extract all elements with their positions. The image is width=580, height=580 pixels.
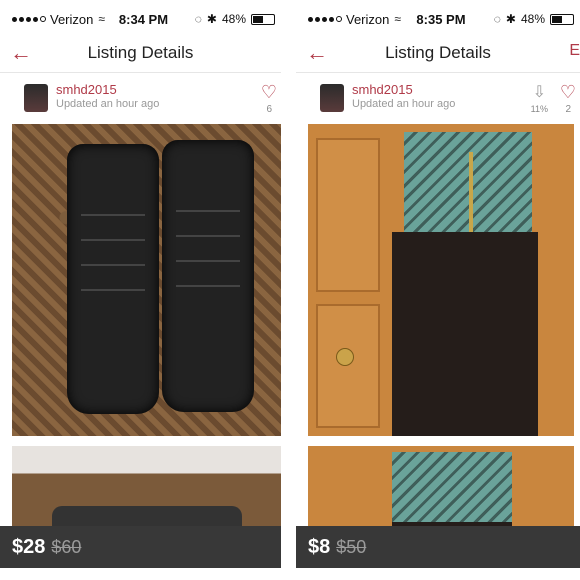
seller-row[interactable]: smhd2015 Updated an hour ago ⇩ 11% ♡ 2 [296,80,580,120]
price-drop-percent: 11% [530,104,548,114]
heart-icon[interactable]: ♡ [261,82,277,103]
listing-photo-main[interactable] [308,124,574,436]
original-price: $60 [51,536,82,557]
bluetooth-icon: ✱ [206,12,217,26]
bluetooth-icon: ✱ [505,12,516,26]
seller-username[interactable]: smhd2015 [352,82,413,97]
updated-time: Updated an hour ago [56,98,160,110]
carrier-label: Verizon [50,11,94,27]
rotation-lock-icon: ◌ [194,12,202,26]
zipper-image [469,152,473,242]
door-panel [316,138,380,292]
avatar[interactable] [320,84,344,112]
like-count: 2 [565,104,571,115]
nav-bar: ← Listing Details E [296,34,580,73]
price-drop-icon[interactable]: ⇩ [533,82,546,102]
original-price: $50 [336,536,367,557]
dress-top-image [392,452,512,522]
door-knob-image [336,348,354,366]
back-arrow-icon[interactable]: ← [306,40,328,66]
wifi-icon: ≈ [394,12,401,26]
status-bar: Verizon ≈ 8:35 PM ◌ ✱ 48% [308,8,574,30]
carrier-label: Verizon [346,11,390,27]
battery-percent: 48% [221,12,246,26]
wifi-icon: ≈ [98,12,105,26]
dress-skirt-image [392,232,538,436]
dress-top-image [404,132,532,232]
rotation-lock-icon: ◌ [493,12,501,26]
battery-icon [251,13,275,25]
price-bar: $8 $50 [296,526,580,568]
boot-right-image [162,140,254,412]
current-price: $8 [308,535,331,558]
heart-icon[interactable]: ♡ [560,82,576,103]
page-title: Listing Details [385,43,491,62]
updated-time: Updated an hour ago [352,98,456,110]
seller-row[interactable]: smhd2015 Updated an hour ago ♡ 6 [0,80,281,120]
door-panel [316,304,380,428]
current-price: $28 [12,535,46,558]
signal-icon [12,16,46,22]
status-time: 8:34 PM [118,11,169,27]
signal-icon [308,16,342,22]
price-bar: $28 $60 [0,526,281,568]
listing-photo-main[interactable] [12,124,281,436]
status-time: 8:35 PM [416,11,466,27]
boot-left-image [67,144,159,414]
battery-icon [550,13,574,25]
avatar[interactable] [24,84,48,112]
like-count: 6 [266,104,272,115]
nav-bar: ← Listing Details [0,34,281,73]
status-bar: Verizon ≈ 8:34 PM ◌ ✱ 48% [12,8,275,30]
page-title: Listing Details [87,43,194,62]
seller-username[interactable]: smhd2015 [56,82,117,97]
battery-percent: 48% [520,12,545,26]
listing-panel-left: Verizon ≈ 8:34 PM ◌ ✱ 48% ← Listing Deta… [0,0,281,580]
listing-panel-right: Verizon ≈ 8:35 PM ◌ ✱ 48% ← Listing Deta… [296,0,580,580]
edit-button[interactable]: E [569,42,580,60]
back-arrow-icon[interactable]: ← [10,40,32,66]
